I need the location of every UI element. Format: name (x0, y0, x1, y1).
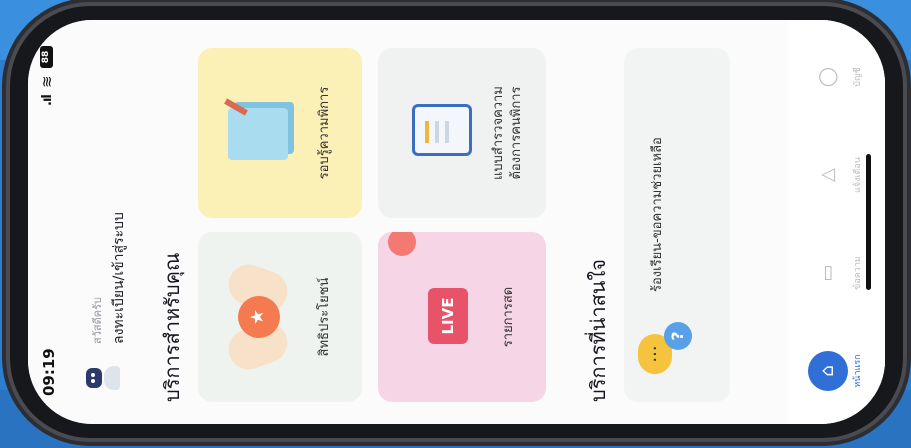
live-dot-icon (388, 232, 416, 256)
clipboard-icon (412, 104, 472, 156)
avatar (86, 360, 122, 396)
profile-icon: ◯ (817, 66, 838, 88)
battery-icon: 88 (40, 46, 53, 68)
complaint-card[interactable]: ... ? ร้องเรียน-ขอความช่วยเหลือ (624, 48, 730, 402)
status-time: 09:19 (40, 348, 58, 396)
benefit-card[interactable]: สิทธิประโยชน์ (198, 232, 362, 402)
live-label: รายการสด (501, 286, 516, 348)
app-view: 09:19 .ıl ≋ 88 สวัสดีครับ ลงทะเบียน/เข้า… (28, 20, 885, 424)
phone-screen: 09:19 .ıl ≋ 88 สวัสดีครับ ลงทะเบียน/เข้า… (28, 20, 885, 424)
book-icon (228, 108, 288, 160)
disability-knowledge-card[interactable]: รอบรู้ความพิการ (198, 48, 362, 218)
status-bar: 09:19 .ıl ≋ 88 (28, 20, 68, 424)
profile-header[interactable]: สวัสดีครับ ลงทะเบียน/เข้าสู่ระบบ (76, 42, 146, 402)
tab-home[interactable]: ⌂ หน้าแรก (808, 336, 864, 406)
section-title-services: บริการสำหรับคุณ (160, 252, 184, 402)
login-link[interactable]: ลงทะเบียน/เข้าสู่ระบบ (108, 212, 130, 344)
survey-label-line1: แบบสำรวจความ (491, 86, 506, 180)
tab-home-label: หน้าแรก (853, 354, 863, 388)
benefit-label: สิทธิประโยชน์ (317, 277, 332, 357)
phone-frame: 09:19 .ıl ≋ 88 สวัสดีครับ ลงทะเบียน/เข้า… (10, 6, 903, 438)
tab-messages[interactable]: ▭ ข้อความ (808, 238, 864, 308)
survey-card[interactable]: แบบสำรวจความ ต้องการคนพิการ (378, 48, 546, 218)
tab-notifications-label: แจ้งเตือน (853, 157, 863, 193)
tab-notifications[interactable]: △ แจ้งเตือน (808, 140, 864, 210)
home-indicator[interactable] (866, 154, 871, 290)
medal-icon (238, 296, 280, 338)
bell-icon: △ (817, 168, 838, 182)
wifi-icon: ≋ (38, 75, 56, 88)
tab-account[interactable]: ◯ บัญชี (808, 42, 864, 112)
live-card[interactable]: LIVE รายการสด (378, 232, 546, 402)
greeting-text: สวัสดีครับ (91, 297, 104, 344)
tab-messages-label: ข้อความ (853, 256, 863, 290)
home-icon: ⌂ (808, 351, 848, 391)
signal-icon: .ıl (40, 95, 55, 106)
disability-knowledge-label: รอบรู้ความพิการ (317, 86, 332, 180)
question-icon: ? (664, 322, 692, 350)
tab-account-label: บัญชี (853, 67, 863, 87)
complaint-label: ร้องเรียน-ขอความช่วยเหลือ (650, 137, 665, 292)
section-title-interest: บริการที่น่าสนใจ (586, 259, 610, 402)
survey-label-line2: ต้องการคนพิการ (509, 86, 524, 180)
live-badge: LIVE (428, 288, 468, 344)
message-icon: ▭ (817, 264, 838, 282)
